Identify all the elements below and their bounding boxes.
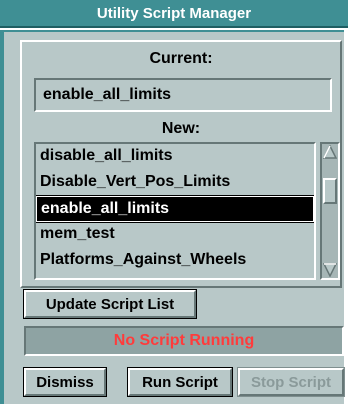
- utility-script-manager-window: Utility Script Manager Current: enable_a…: [0, 0, 348, 404]
- dismiss-button[interactable]: Dismiss: [23, 367, 107, 397]
- scrollbar-thumb[interactable]: [323, 178, 337, 204]
- new-label: New:: [161, 120, 201, 137]
- scroll-down-arrow-icon[interactable]: [323, 263, 337, 277]
- current-label: Current:: [149, 50, 213, 67]
- script-list-item[interactable]: disable_all_limits: [36, 144, 314, 170]
- script-list-item[interactable]: Platforms_Against_Wheels: [36, 248, 314, 274]
- script-selection-panel: Current: enable_all_limits New: disable_…: [20, 40, 342, 288]
- script-status-text: No Script Running: [113, 332, 255, 349]
- script-status-bar: No Script Running: [24, 326, 344, 356]
- window-titlebar: Utility Script Manager: [0, 0, 348, 28]
- stop-script-button: Stop Script: [237, 367, 345, 397]
- scroll-up-arrow-icon[interactable]: [323, 145, 337, 159]
- script-list-scrollbar[interactable]: [320, 142, 340, 280]
- script-list-item[interactable]: Disable_Vert_Pos_Limits: [36, 170, 314, 196]
- script-list-item[interactable]: enable_all_limits: [36, 195, 314, 223]
- current-script-field: enable_all_limits: [34, 78, 332, 112]
- run-script-button[interactable]: Run Script: [127, 367, 233, 397]
- window-title: Utility Script Manager: [96, 4, 252, 22]
- script-list-item[interactable]: mem_test: [36, 222, 314, 248]
- update-script-list-button[interactable]: Update Script List: [23, 289, 197, 319]
- script-list[interactable]: disable_all_limits Disable_Vert_Pos_Limi…: [34, 142, 316, 280]
